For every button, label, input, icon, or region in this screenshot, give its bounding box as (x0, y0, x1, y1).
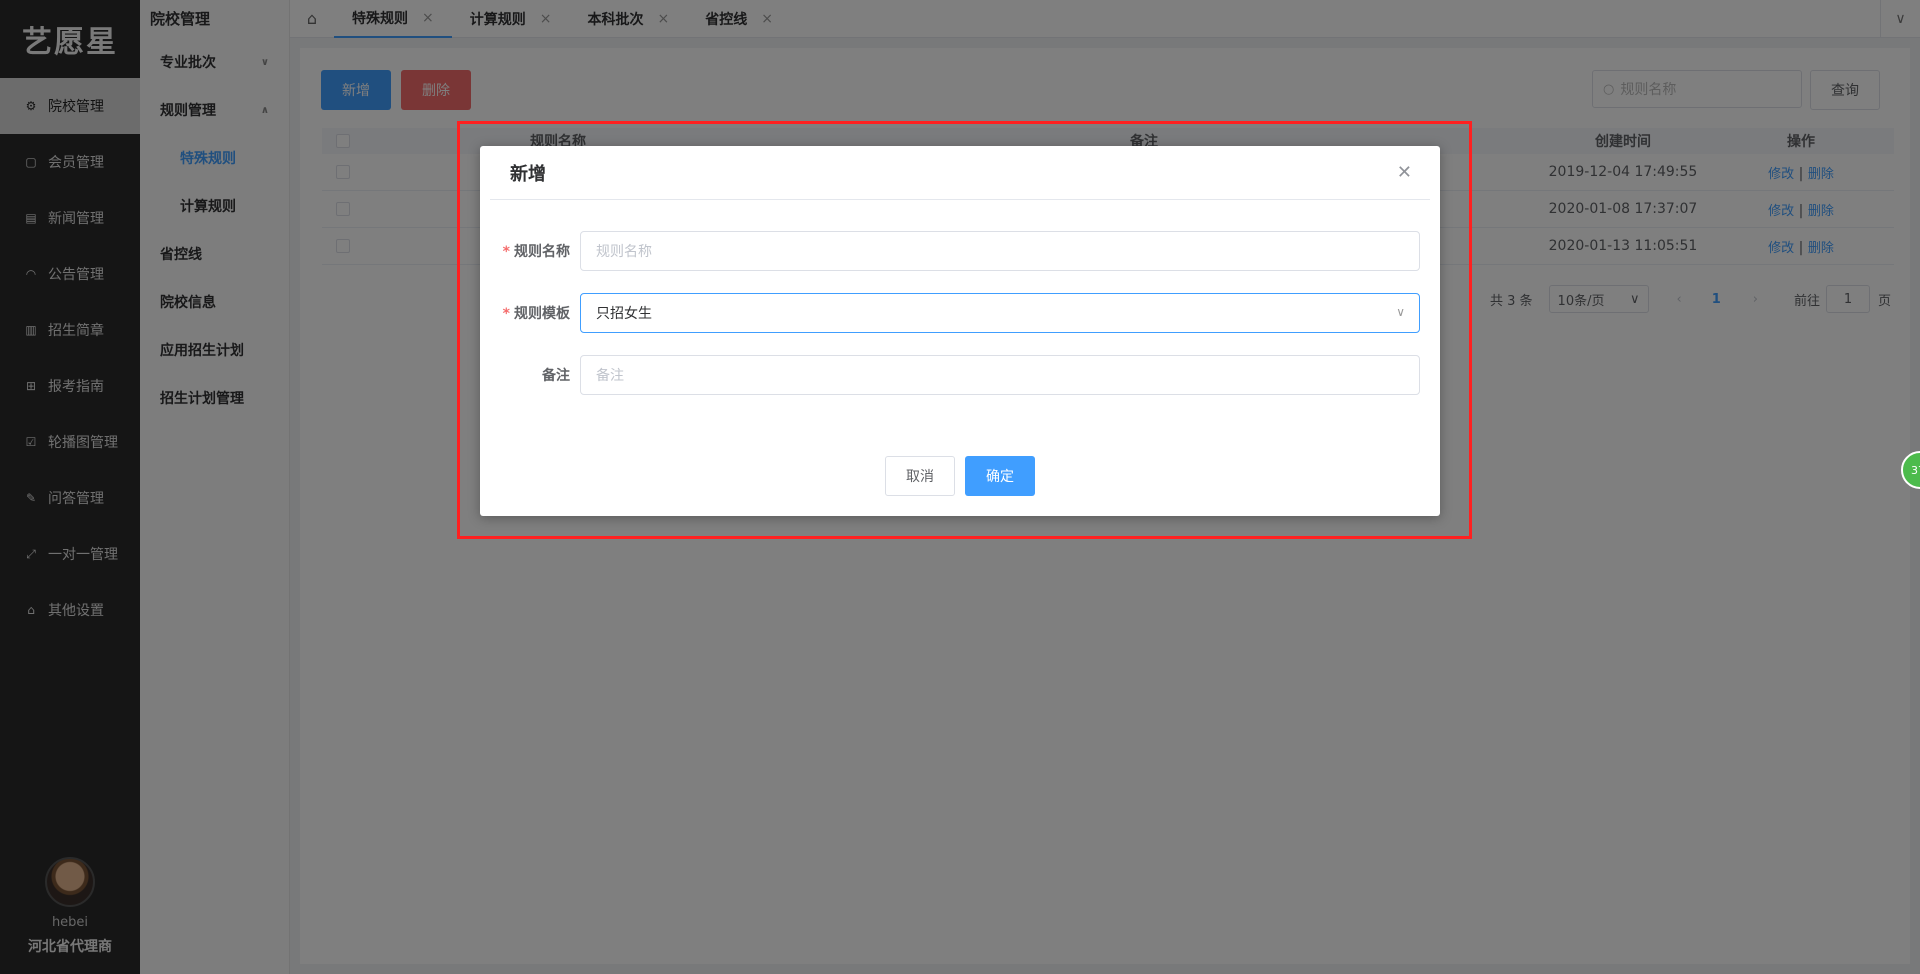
required-mark: * (502, 306, 510, 322)
form-row-rule-name: * 规则名称 规则名称 (480, 231, 1440, 271)
rule-name-placeholder: 规则名称 (596, 244, 652, 260)
chevron-down-icon: ∨ (1396, 305, 1405, 319)
cancel-button[interactable]: 取消 (885, 456, 955, 496)
remark-input[interactable]: 备注 (580, 355, 1420, 395)
dialog-footer: 取消 确定 (480, 456, 1440, 496)
dialog-title: 新增 (510, 163, 546, 185)
confirm-button[interactable]: 确定 (965, 456, 1035, 496)
remark-placeholder: 备注 (596, 368, 624, 384)
form-row-remark: 备注 备注 (480, 355, 1440, 395)
rule-template-label: * 规则模板 (502, 306, 570, 322)
form-row-rule-template: * 规则模板 只招女生 ∨ (480, 293, 1440, 333)
remark-label: 备注 (542, 368, 570, 384)
rule-name-input[interactable]: 规则名称 (580, 231, 1420, 271)
dialog-header: 新增 ✕ (490, 146, 1430, 200)
rule-template-select[interactable]: 只招女生 ∨ (580, 293, 1420, 333)
add-rule-dialog: 新增 ✕ * 规则名称 规则名称 * 规则模板 只招女生 ∨ 备注 备注 取消 确定 (480, 146, 1440, 516)
rule-template-value: 只招女生 (596, 306, 652, 322)
close-icon[interactable]: ✕ (1397, 162, 1412, 183)
required-mark: * (502, 244, 510, 260)
rule-name-label: * 规则名称 (502, 244, 570, 260)
